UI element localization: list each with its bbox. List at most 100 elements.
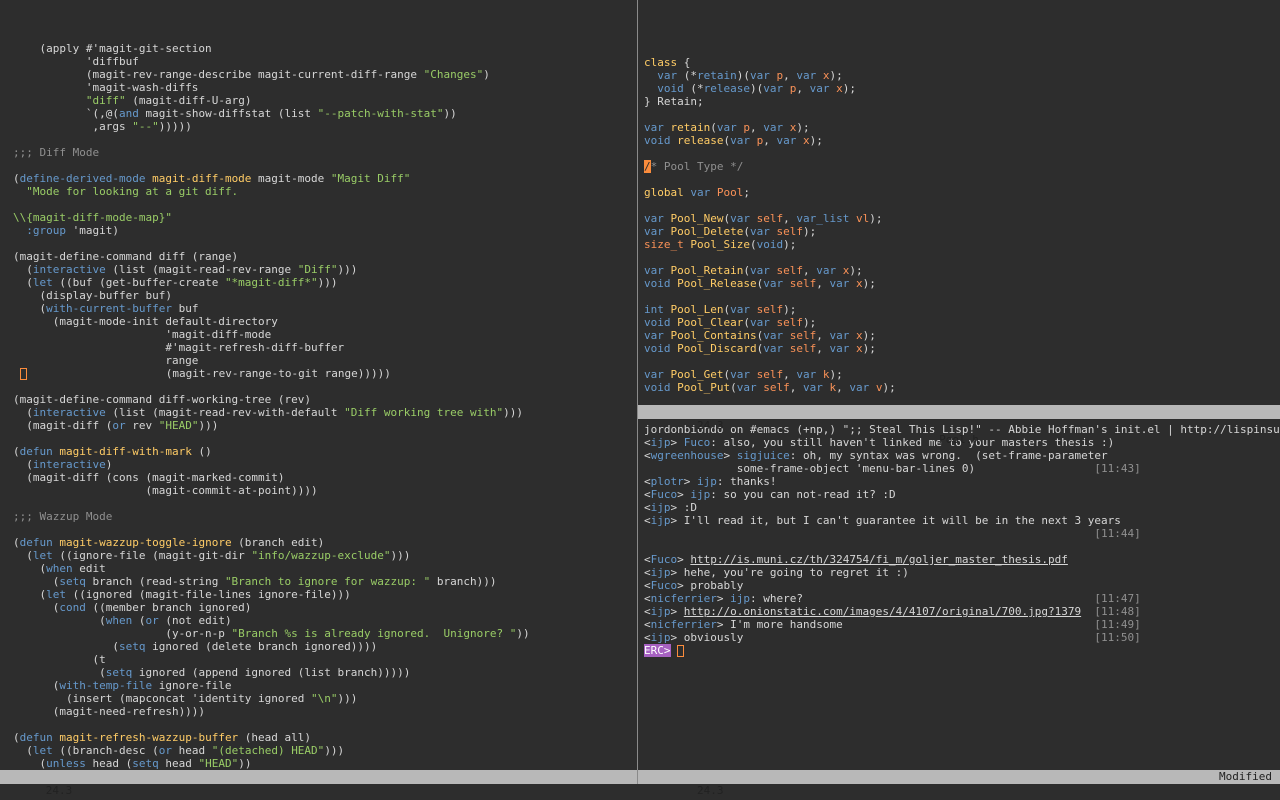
variable-name: x	[822, 69, 830, 82]
variable-name: x	[855, 277, 863, 290]
buffer-line: void Pool_Release(var self, var x);	[644, 277, 1280, 290]
plain-text: ((branch-desc (	[52, 744, 159, 757]
variable-name: size_t	[644, 238, 684, 251]
plain-text: );	[802, 316, 817, 329]
buffer-line: <ijp> http://o.onionstatic.com/images/4/…	[644, 605, 1280, 618]
string-literal: "Branch %s is already ignored. Unignore?…	[231, 627, 517, 640]
keyword: var	[816, 264, 837, 277]
plain-text: );	[829, 368, 843, 381]
keyword: interactive	[32, 263, 106, 276]
keyword: var	[730, 212, 750, 225]
plain-text: (y-or-n-p	[13, 627, 232, 640]
buffer-line: :group 'magit)	[13, 224, 637, 237]
erc-emacs-buffer[interactable]: jordonbiondo on #emacs (+np,) ";; Steal …	[638, 419, 1280, 770]
plain-text: buf	[171, 302, 199, 315]
plain-text: (magit-define-command diff-working-tree …	[13, 393, 312, 406]
plain-text	[783, 329, 790, 342]
keyword: or	[158, 744, 172, 757]
buffer-line: var Pool_New(var self, var_list vl);	[644, 212, 1280, 225]
erc-modeline: 24.3 #emacs Modified	[638, 770, 1280, 800]
buffer-line: ERC>	[644, 644, 1280, 657]
keyword: setq	[132, 757, 159, 770]
keyword: var	[809, 82, 830, 95]
function-name: Pool_Put	[677, 381, 731, 394]
keyword: var	[657, 69, 678, 82]
left-window: (apply #'magit-git-section 'diffbuf (mag…	[0, 0, 637, 800]
string-literal: "*magit-diff*"	[224, 276, 318, 289]
buffer-line: (with-current-buffer buf	[13, 302, 637, 315]
plain-text: >	[677, 553, 691, 566]
buffer-line: /* Pool Type */	[644, 160, 1280, 173]
plain-text: (	[13, 640, 119, 653]
keyword: var	[829, 329, 850, 342]
function-name: Pool_Discard	[677, 342, 757, 355]
buffer-line	[13, 523, 637, 536]
irc-timestamp: [11:43]	[1094, 462, 1141, 475]
buffer-line: (let ((branch-desc (or head "(detached) …	[13, 744, 637, 757]
plain-text: (	[743, 225, 750, 238]
magit-el-buffer[interactable]: (apply #'magit-git-section 'diffbuf (mag…	[0, 0, 637, 770]
function-name: release	[677, 134, 724, 147]
keyword: var	[749, 264, 770, 277]
irc-timestamp: [11:44]	[1094, 527, 1141, 540]
keyword: setq	[118, 640, 146, 653]
string-literal: \\{magit-diff-mode-map}"	[13, 211, 172, 224]
plain-text	[1081, 605, 1094, 618]
pool-h-buffer[interactable]: class { var (*retain)(var p, var x); voi…	[638, 0, 1280, 405]
buffer-line: 'magit-wash-diffs	[13, 81, 637, 94]
variable-name: self	[776, 225, 803, 238]
keyword: retain	[697, 69, 737, 82]
variable-name: x	[855, 342, 863, 355]
plain-text: <	[644, 618, 651, 631]
plain-text: );	[783, 303, 797, 316]
variable-name: p	[743, 121, 750, 134]
plain-text: ,	[816, 277, 830, 290]
string-literal: "Branch to ignore for wazzup: "	[224, 575, 431, 588]
url-link[interactable]: http://is.muni.cz/th/324754/fi_m/goljer_…	[690, 553, 1068, 566]
function-name: Pool_Retain	[670, 264, 744, 277]
keyword: var	[763, 82, 784, 95]
keyword: int	[644, 303, 664, 316]
keyword: var	[736, 381, 757, 394]
url-link[interactable]: http://o.onionstatic.com/images/4/4107/o…	[684, 605, 1081, 618]
buffer-line: (let ((ignored (magit-file-lines ignore-…	[13, 588, 637, 601]
buffer-line: (magit-need-refresh))))	[13, 705, 637, 718]
plain-text: );	[842, 82, 856, 95]
plain-text: (	[13, 757, 47, 770]
plain-text: (*	[683, 82, 704, 95]
keyword: define-derived-mode	[19, 172, 146, 185]
keyword: var	[749, 225, 770, 238]
variable-name: self	[756, 368, 784, 381]
modeline-position: 24.3	[696, 784, 724, 797]
plain-text	[849, 277, 856, 290]
plain-text: head	[171, 744, 212, 757]
keyword: let	[32, 276, 53, 289]
keyword: var_list	[796, 212, 850, 225]
buffer-line	[644, 540, 1280, 553]
keyword: var	[849, 381, 870, 394]
plain-text: (list (magit-read-rev-with-default	[105, 406, 345, 419]
plain-text	[644, 82, 657, 95]
plain-text: (*	[677, 69, 697, 82]
irc-timestamp: [11:47]	[1094, 592, 1141, 605]
buffer-line: (magit-define-command diff (range)	[13, 250, 637, 263]
buffer-line: void Pool_Clear(var self);	[644, 316, 1280, 329]
emacs-frame: (apply #'magit-git-section 'diffbuf (mag…	[0, 0, 1280, 800]
plain-text: )))	[317, 276, 338, 289]
plain-text	[664, 225, 671, 238]
keyword: with-temp-file	[59, 679, 153, 692]
keyword: defun	[19, 445, 53, 458]
variable-name: vl	[855, 212, 870, 225]
buffer-line: (interactive (list (magit-read-rev-range…	[13, 263, 637, 276]
plain-text: )(	[749, 82, 764, 95]
variable-name: self	[763, 381, 790, 394]
plain-text: (	[13, 679, 60, 692]
buffer-line: void release(var p, var x);	[644, 134, 1280, 147]
plain-text: edit	[72, 562, 106, 575]
buffer-line: (defun magit-wazzup-toggle-ignore (branc…	[13, 536, 637, 549]
plain-text: ((ignored (magit-file-lines ignore-file)…	[66, 588, 351, 601]
variable-name: self	[756, 212, 784, 225]
buffer-line: some-frame-object 'menu-bar-lines 0) [11…	[644, 462, 1280, 475]
text-cursor: /	[644, 160, 651, 173]
buffer-line: (setq ignored (append ignored (list bran…	[13, 666, 637, 679]
